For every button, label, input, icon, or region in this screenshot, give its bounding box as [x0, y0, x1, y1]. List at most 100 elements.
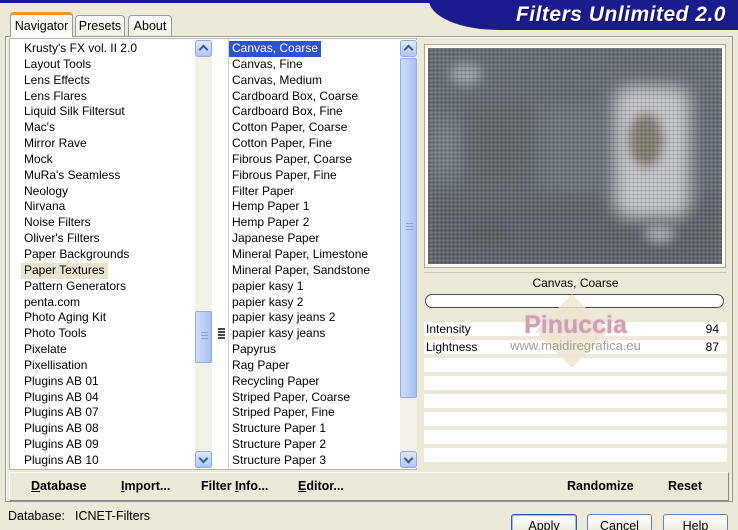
tab-presets[interactable]: Presets [75, 15, 125, 36]
list-item[interactable]: Cotton Paper, Coarse [229, 120, 399, 136]
list-item-label: Plugins AB 08 [24, 421, 99, 436]
list-item-label: Papyrus [232, 342, 277, 357]
scroll-down-button[interactable] [195, 451, 212, 468]
navigator-scrollbar[interactable] [195, 40, 212, 468]
list-item[interactable]: Fibrous Paper, Fine [229, 168, 399, 184]
list-item[interactable]: Paper Textures [13, 262, 193, 279]
list-item[interactable]: papier kasy jeans 2 [229, 310, 399, 326]
list-item[interactable]: Canvas, Fine [229, 57, 399, 73]
list-item-label: Structure Paper 1 [232, 421, 327, 436]
list-item[interactable]: Nirvana [13, 199, 193, 215]
slider-row-empty [424, 412, 727, 426]
list-item[interactable]: Striped Paper, Coarse [229, 390, 399, 406]
list-item-label: Recycling Paper [232, 373, 320, 388]
filter-info-button[interactable]: Filter Info... [201, 473, 268, 500]
list-item[interactable]: Structure Paper 2 [229, 437, 399, 453]
scroll-thumb[interactable] [400, 58, 417, 398]
database-button[interactable]: Database [31, 473, 87, 500]
editor-button[interactable]: Editor... [298, 473, 344, 500]
slider-row-empty [424, 430, 727, 444]
randomize-button[interactable]: Randomize [567, 473, 634, 500]
list-item[interactable]: Cotton Paper, Fine [229, 136, 399, 152]
list-item[interactable]: Mirror Rave [13, 136, 193, 152]
list-item[interactable]: Structure Paper 1 [229, 421, 399, 437]
lists-container: Krusty's FX vol. II 2.0 Layout Tools Lens … [9, 38, 417, 470]
list-item[interactable]: Krusty's FX vol. II 2.0 [13, 41, 193, 57]
list-item[interactable]: Lens Flares [13, 89, 193, 105]
list-item[interactable]: Plugins AB 10 [13, 453, 193, 469]
chevron-down-icon [198, 453, 209, 464]
reset-button[interactable]: Reset [668, 473, 702, 500]
list-item[interactable]: Papyrus [229, 342, 399, 358]
list-item[interactable]: Plugins AB 04 [13, 390, 193, 406]
scroll-up-button[interactable] [195, 40, 212, 57]
list-item[interactable]: Fibrous Paper, Coarse [229, 152, 399, 168]
list-item-label: Cotton Paper, Fine [232, 136, 333, 151]
list-item[interactable]: Striped Paper, Fine [229, 405, 399, 421]
list-item-label: Oliver's Filters [24, 231, 100, 246]
import-button[interactable]: Import... [121, 473, 170, 500]
list-item[interactable]: Structure Paper 3 [229, 453, 399, 469]
list-item[interactable]: Plugins AB 09 [13, 437, 193, 453]
scroll-down-button[interactable] [400, 451, 417, 468]
list-item[interactable]: Cardboard Box, Fine [229, 104, 399, 120]
list-item[interactable]: Lens Effects [13, 73, 193, 89]
list-item-label: Plugins AB 09 [24, 437, 99, 452]
list-item[interactable]: Canvas, Coarse [229, 41, 399, 57]
list-item[interactable]: papier kasy 1 [229, 279, 399, 295]
list-item-label: Mock [24, 151, 53, 166]
list-item[interactable]: Canvas, Medium [229, 73, 399, 89]
list-item[interactable]: Hemp Paper 2 [229, 215, 399, 231]
list-item[interactable]: Japanese Paper [229, 231, 399, 247]
list-item[interactable]: Photo Tools [13, 326, 193, 342]
help-button[interactable]: Help [663, 514, 728, 530]
title-banner: Filters Unlimited 2.0 [429, 0, 738, 30]
list-item[interactable]: Liquid Silk Filtersut [13, 104, 193, 120]
list-item[interactable]: Recycling Paper [229, 374, 399, 390]
list-item[interactable]: Pixelate [13, 342, 193, 358]
list-item-label: Cotton Paper, Coarse [232, 120, 348, 135]
list-item[interactable]: Photo Aging Kit [13, 310, 193, 326]
list-item-label: Mineral Paper, Sandstone [232, 262, 371, 277]
list-item[interactable]: MuRa's Seamless [13, 168, 193, 184]
list-item[interactable]: Cardboard Box, Coarse [229, 89, 399, 105]
thumb-grip-icon [201, 332, 208, 341]
list-item-label: papier kasy jeans 2 [232, 310, 336, 325]
list-item-label: papier kasy 1 [232, 278, 304, 293]
list-item[interactable]: Mac's [13, 120, 193, 136]
list-item-label: Striped Paper, Fine [232, 405, 335, 420]
tab-navigator[interactable]: Navigator [10, 12, 73, 37]
list-item-label: Fibrous Paper, Fine [232, 167, 337, 182]
list-item[interactable]: Plugins AB 07 [13, 405, 193, 421]
list-item[interactable]: Paper Backgrounds [13, 247, 193, 263]
cancel-button[interactable]: Cancel [587, 514, 652, 530]
apply-button[interactable]: Apply [511, 514, 577, 530]
list-item[interactable]: Filter Paper [229, 184, 399, 200]
list-item[interactable]: Rag Paper [229, 358, 399, 374]
list-item[interactable]: Pattern Generators [13, 279, 193, 295]
list-item-label: Layout Tools [24, 56, 92, 71]
list-item[interactable]: penta.com [13, 295, 193, 311]
list-item[interactable]: Pixellisation [13, 358, 193, 374]
filter-scrollbar[interactable] [400, 40, 417, 468]
list-item[interactable]: papier kasy 2 [229, 295, 399, 311]
list-item[interactable]: Mineral Paper, Limestone [229, 247, 399, 263]
list-item[interactable]: Oliver's Filters [13, 231, 193, 247]
list-item-label: Plugins AB 01 [24, 373, 99, 388]
chevron-down-icon [403, 453, 414, 464]
list-item-label: Canvas, Coarse [229, 41, 322, 57]
drag-grip-icon [218, 328, 225, 341]
list-item[interactable]: Layout Tools [13, 57, 193, 73]
list-item[interactable]: Plugins AB 08 [13, 421, 193, 437]
list-item[interactable]: Mineral Paper, Sandstone [229, 263, 399, 279]
scroll-up-button[interactable] [400, 40, 417, 57]
tab-about[interactable]: About [128, 15, 172, 36]
list-item[interactable]: Plugins AB 01 [13, 374, 193, 390]
list-item[interactable]: Mock [13, 152, 193, 168]
list-item[interactable]: papier kasy jeans [218, 326, 399, 342]
scroll-thumb[interactable] [195, 311, 212, 363]
list-item[interactable]: Hemp Paper 1 [229, 199, 399, 215]
list-item-label: Canvas, Fine [232, 56, 303, 71]
list-item[interactable]: Neology [13, 184, 193, 200]
list-item[interactable]: Noise Filters [13, 215, 193, 231]
